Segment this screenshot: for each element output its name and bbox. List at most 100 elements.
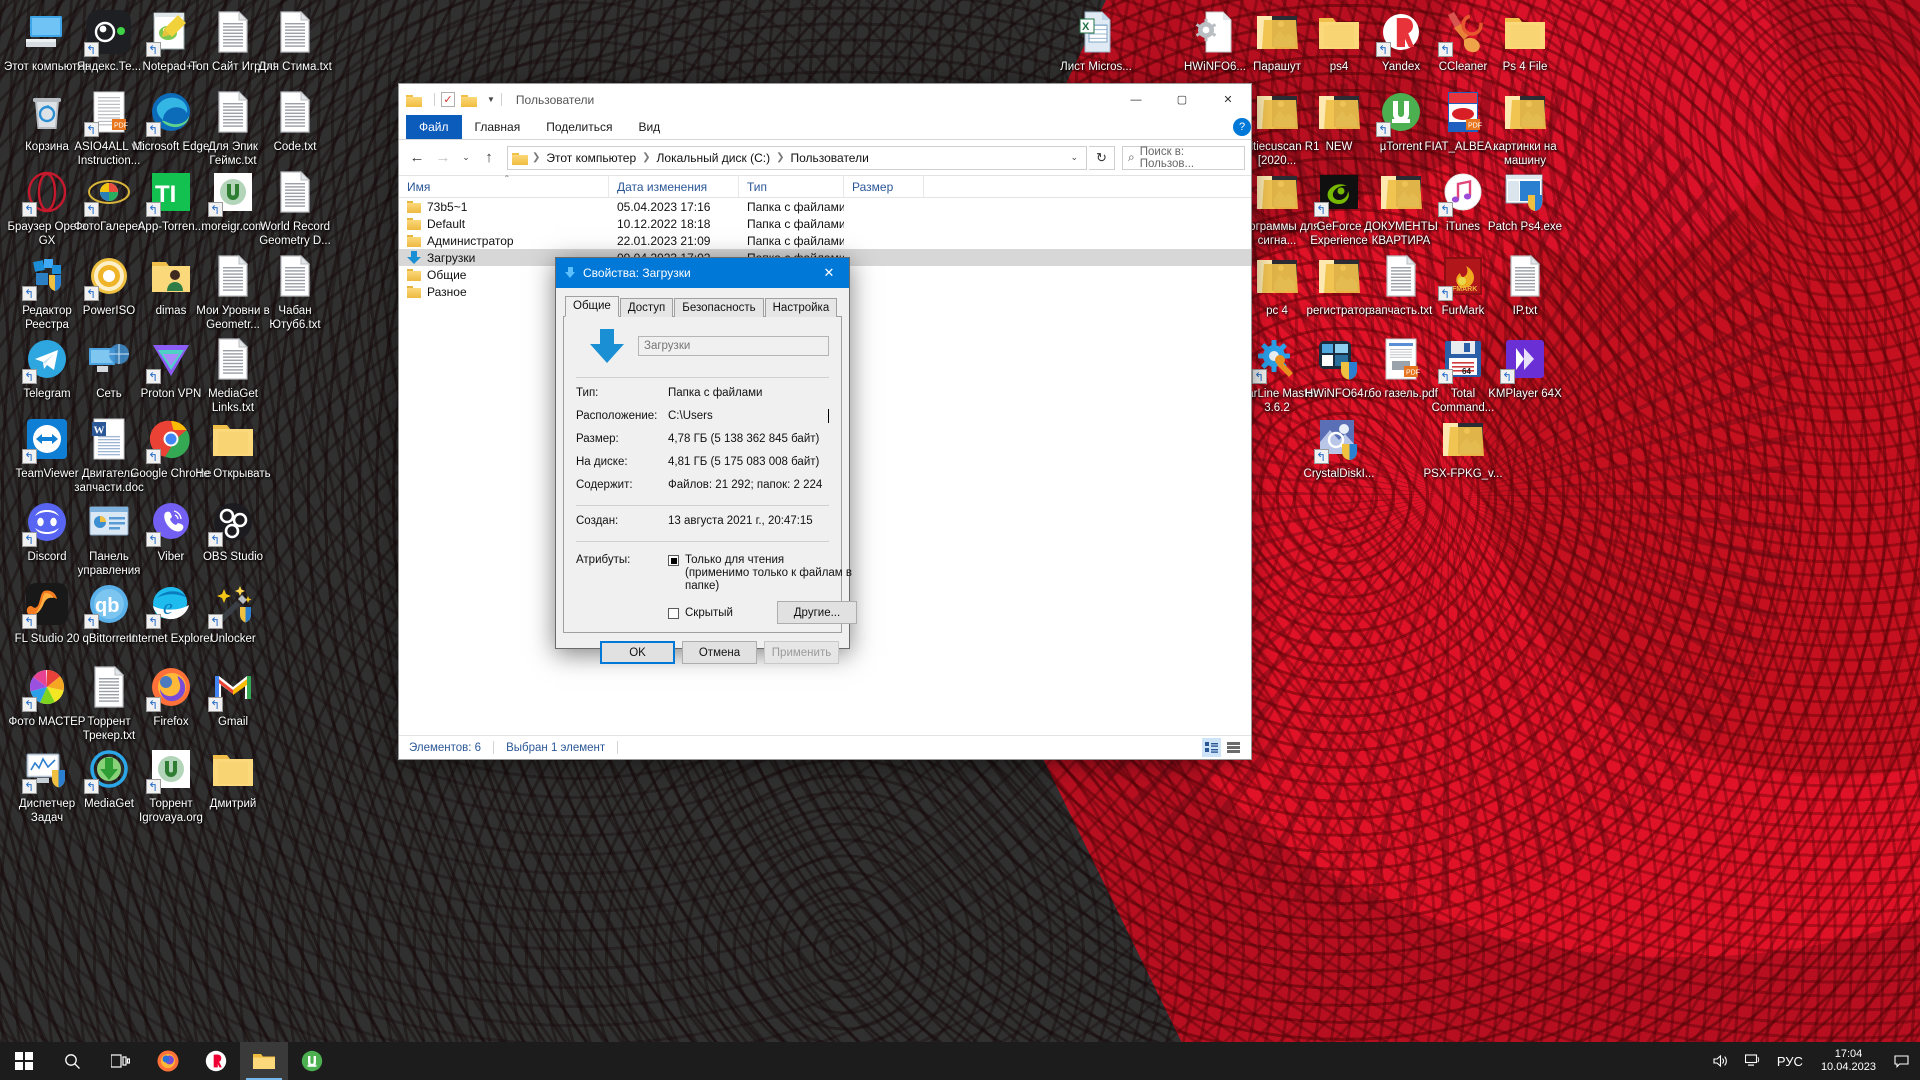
desktop-icon-left-31[interactable]: OBS Studio bbox=[190, 498, 276, 565]
folder-properties-dialog[interactable]: Свойства: Загрузки ✕ Общие Доступ Безопасн… bbox=[555, 257, 857, 664]
desktop-icon-left-9[interactable]: Code.txt bbox=[252, 88, 338, 155]
yandex-taskbar-icon[interactable] bbox=[192, 1042, 240, 1080]
task-view-icon[interactable] bbox=[96, 1042, 144, 1080]
column-header-2[interactable]: Тип bbox=[739, 175, 844, 198]
volume-icon[interactable] bbox=[1705, 1042, 1737, 1080]
dialog-title-bar[interactable]: Свойства: Загрузки ✕ bbox=[556, 258, 849, 288]
taskbar[interactable]: РУС 17:04 10.04.2023 bbox=[0, 1042, 1920, 1080]
firefox-taskbar-icon[interactable] bbox=[144, 1042, 192, 1080]
properties-quick-icon[interactable]: ✓ bbox=[441, 92, 455, 107]
chevron-down-icon[interactable]: ▼ bbox=[487, 95, 495, 104]
minimize-button[interactable]: — bbox=[1113, 84, 1159, 115]
file-name-label: Разное bbox=[427, 284, 467, 299]
search-input[interactable]: ⌕ Поиск в: Пользов... bbox=[1122, 145, 1245, 170]
folder-icon bbox=[1253, 88, 1301, 136]
table-row[interactable]: Администратор 22.01.2023 21:09 Папка с фай… bbox=[399, 232, 1251, 249]
desktop-icon-left-14[interactable]: World Record Geometry D... bbox=[252, 168, 338, 248]
window-controls[interactable]: — ▢ ✕ bbox=[1113, 84, 1251, 115]
readonly-checkbox[interactable] bbox=[668, 555, 679, 566]
address-chevron-down-icon[interactable]: ⌄ bbox=[1066, 152, 1082, 163]
help-icon[interactable]: ? bbox=[1233, 118, 1251, 136]
file-explorer-taskbar-icon[interactable] bbox=[240, 1042, 288, 1080]
column-header-label: Тип bbox=[747, 179, 768, 194]
column-header-0[interactable]: ⌃ Имя bbox=[399, 174, 609, 198]
breadcrumb-item-2[interactable]: Пользователи bbox=[786, 151, 872, 165]
desktop-icon-left-23[interactable]: MediaGet Links.txt bbox=[190, 335, 276, 415]
notifications-icon[interactable] bbox=[1886, 1042, 1916, 1080]
network-icon[interactable] bbox=[1737, 1042, 1769, 1080]
up-button[interactable]: ↑ bbox=[477, 146, 501, 170]
desktop-icon-right-27[interactable]: CrystalDiskI... bbox=[1296, 415, 1382, 482]
folder-icon bbox=[407, 285, 421, 298]
desktop-icon-label: Discord bbox=[27, 551, 67, 563]
back-button[interactable]: ← bbox=[405, 146, 429, 170]
desktop-icon-right-16[interactable]: Patch Ps4.exe bbox=[1482, 168, 1568, 235]
forward-button[interactable]: → bbox=[431, 146, 455, 170]
desktop-icon-left-27[interactable]: Не Открывать bbox=[190, 415, 276, 482]
dialog-close-button[interactable]: ✕ bbox=[809, 258, 849, 288]
breadcrumb-item-0[interactable]: Этот компьютер bbox=[542, 151, 640, 165]
breadcrumb-item-1[interactable]: Локальный диск (C:) bbox=[653, 151, 775, 165]
apply-button[interactable]: Применить bbox=[764, 641, 839, 664]
hidden-checkbox[interactable] bbox=[668, 607, 679, 619]
desktop-icon-right-26[interactable]: KMPlayer 64X bbox=[1482, 335, 1568, 402]
ribbon-tab-1[interactable]: Главная bbox=[462, 115, 534, 139]
desktop-icon-right-28[interactable]: PSX-FPKG_v... bbox=[1420, 415, 1506, 482]
torrent-igrovaya-icon bbox=[146, 745, 195, 794]
clock[interactable]: 17:04 10.04.2023 bbox=[1811, 1048, 1886, 1074]
dialog-tab-1[interactable]: Доступ bbox=[619, 298, 674, 317]
desktop[interactable]: Этот компьютерЯндекс.Те...Notepad++Топ С… bbox=[0, 0, 1920, 1080]
start-button[interactable] bbox=[0, 1042, 48, 1080]
ok-button[interactable]: OK bbox=[600, 641, 675, 664]
address-bar[interactable]: ❯ Этот компьютер ❯ Локальный диск (C:) ❯… bbox=[507, 145, 1087, 170]
column-header-row[interactable]: ⌃ Имя Дата изменения Тип Размер bbox=[399, 174, 1251, 198]
new-folder-quick-icon[interactable] bbox=[461, 93, 477, 107]
utorrent-taskbar-icon[interactable] bbox=[288, 1042, 336, 1080]
property-label: На диске: bbox=[576, 456, 628, 468]
other-attributes-button[interactable]: Другие... bbox=[776, 601, 857, 624]
desktop-icon-right-11[interactable]: картинки на машину bbox=[1482, 88, 1568, 168]
table-row[interactable]: 73b5~1 05.04.2023 17:16 Папка с файлами bbox=[399, 198, 1251, 215]
dialog-tab-strip[interactable]: Общие Доступ Безопасность Настройка bbox=[563, 296, 842, 317]
table-row[interactable]: Default 10.12.2022 18:18 Папка с файлами bbox=[399, 215, 1251, 232]
maximize-button[interactable]: ▢ bbox=[1159, 84, 1205, 115]
desktop-icon-left-39[interactable]: Gmail bbox=[190, 663, 276, 730]
desktop-icon-right-21[interactable]: IP.txt bbox=[1482, 252, 1568, 319]
property-value: 4,78 ГБ (5 138 362 845 байт) bbox=[668, 433, 820, 445]
desktop-icon-label: Yandex bbox=[1381, 61, 1421, 73]
dialog-tab-3[interactable]: Настройка bbox=[764, 298, 838, 317]
recent-locations-icon[interactable]: ⌄ bbox=[457, 146, 475, 170]
explorer-title-bar[interactable]: ✓ ▼ Пользователи — ▢ ✕ bbox=[399, 84, 1251, 115]
cancel-button[interactable]: Отмена bbox=[682, 641, 757, 664]
created-label: Создан: bbox=[576, 515, 619, 527]
column-header-3[interactable]: Размер bbox=[844, 175, 924, 198]
large-icons-view-button[interactable] bbox=[1224, 738, 1243, 757]
navigation-bar[interactable]: ← → ⌄ ↑ ❯ Этот компьютер ❯ Локальный дис… bbox=[399, 140, 1251, 175]
desktop-icon-right-6[interactable]: Ps 4 File bbox=[1482, 8, 1568, 75]
desktop-icon-right-0[interactable]: X Лист Micros... bbox=[1053, 8, 1139, 75]
desktop-icon-left-19[interactable]: Чабан Ютуб6.txt bbox=[252, 252, 338, 332]
shortcut-overlay-icon bbox=[146, 697, 161, 712]
ribbon-tab-strip[interactable]: Файл Главная Поделиться Вид bbox=[399, 115, 1251, 140]
ribbon-tab-0[interactable]: Файл bbox=[406, 115, 462, 139]
desktop-icon-left-35[interactable]: Unlocker bbox=[190, 580, 276, 647]
language-indicator[interactable]: РУС bbox=[1769, 1042, 1811, 1080]
folder-name-input[interactable]: Загрузки bbox=[638, 336, 829, 356]
desktop-icon-left-43[interactable]: Дмитрий bbox=[190, 745, 276, 812]
dialog-tab-0[interactable]: Общие bbox=[565, 296, 619, 317]
close-button[interactable]: ✕ bbox=[1205, 84, 1251, 115]
view-mode-buttons[interactable] bbox=[1202, 738, 1251, 757]
ribbon-tab-2[interactable]: Поделиться bbox=[533, 115, 625, 139]
shortcut-overlay-icon bbox=[1376, 42, 1391, 57]
pdf-file-icon: PDF bbox=[1439, 88, 1487, 136]
quick-access-folder-icon[interactable] bbox=[406, 93, 422, 107]
dialog-tab-2[interactable]: Безопасность bbox=[674, 298, 764, 317]
desktop-icon-left-4[interactable]: Для Стима.txt bbox=[252, 8, 338, 75]
column-header-1[interactable]: Дата изменения bbox=[609, 175, 739, 198]
refresh-button[interactable]: ↻ bbox=[1089, 145, 1115, 170]
details-view-button[interactable] bbox=[1202, 738, 1221, 757]
svg-text:PDF: PDF bbox=[1468, 123, 1482, 130]
search-icon[interactable] bbox=[48, 1042, 96, 1080]
ribbon-tab-3[interactable]: Вид bbox=[625, 115, 673, 139]
system-tray[interactable]: РУС 17:04 10.04.2023 bbox=[1705, 1042, 1920, 1080]
